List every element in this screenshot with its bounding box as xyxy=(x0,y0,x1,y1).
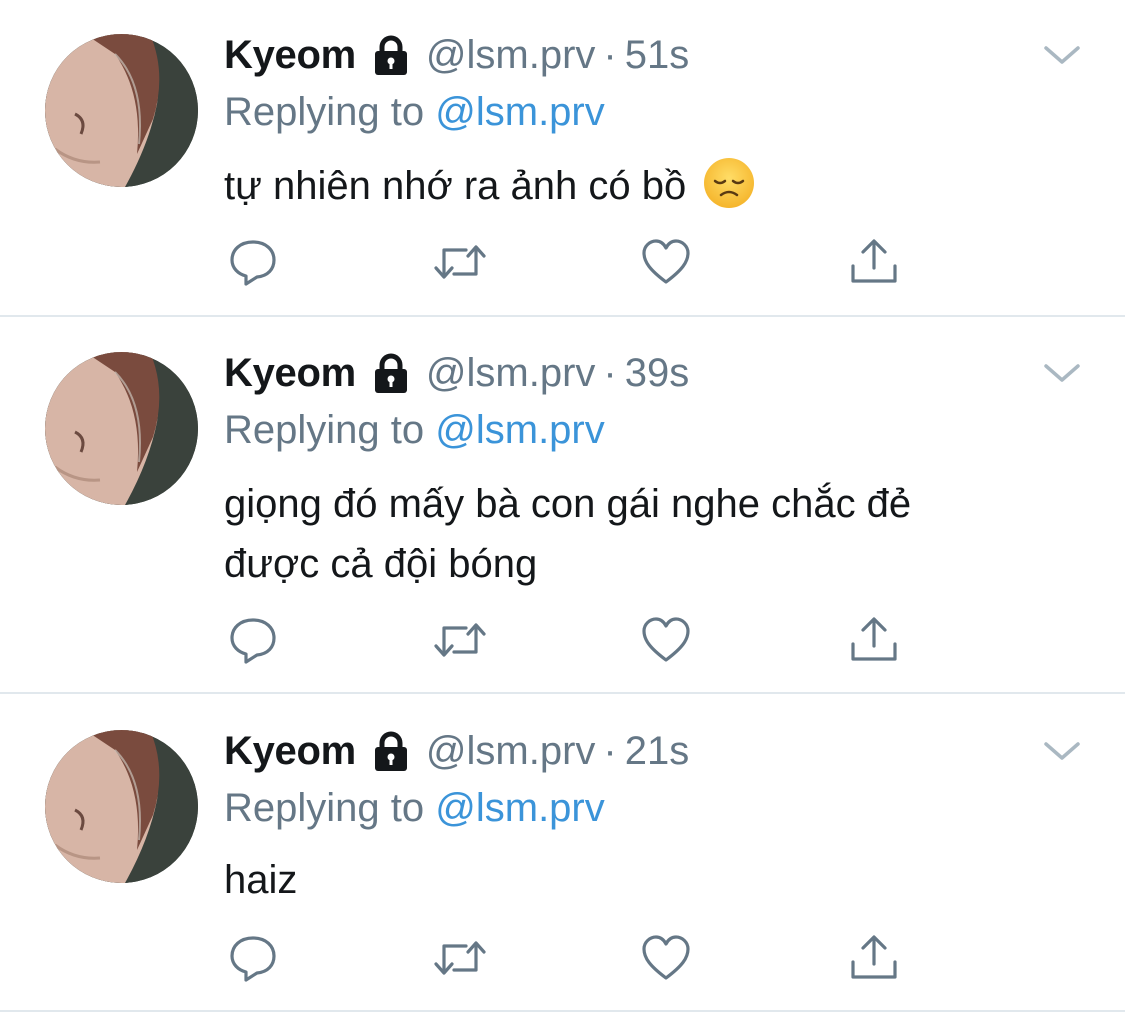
timestamp[interactable]: 21s xyxy=(625,729,690,774)
user-handle[interactable]: @lsm.prv xyxy=(426,351,596,396)
replying-to: Replying to @lsm.prv xyxy=(224,408,605,453)
retweet-icon[interactable] xyxy=(432,614,486,666)
tweet-text-content: tự nhiên nhớ ra ảnh có bồ xyxy=(224,164,687,208)
replying-prefix: Replying to xyxy=(224,786,425,830)
display-name[interactable]: Kyeom xyxy=(224,33,356,78)
avatar[interactable] xyxy=(45,730,198,883)
tweet[interactable]: Kyeom @lsm.prv · 51s Replying to @lsm.pr… xyxy=(0,0,1125,316)
replying-prefix: Replying to xyxy=(224,408,425,452)
separator-dot: · xyxy=(603,728,617,773)
avatar[interactable] xyxy=(45,34,198,187)
replying-to: Replying to @lsm.prv xyxy=(224,90,605,135)
tweet-text-line: được cả đội bóng xyxy=(224,542,538,586)
mention-link[interactable]: @lsm.prv xyxy=(435,90,605,134)
heart-icon[interactable] xyxy=(640,614,692,666)
chevron-down-icon[interactable] xyxy=(1040,736,1084,766)
tweet-text: haiz xyxy=(224,850,1064,910)
tweet-header: Kyeom @lsm.prv · 51s xyxy=(224,30,689,80)
timestamp[interactable]: 39s xyxy=(625,351,690,396)
tweet[interactable]: Kyeom @lsm.prv · 21s Replying to @lsm.pr… xyxy=(0,694,1125,1012)
share-icon[interactable] xyxy=(848,932,900,984)
avatar[interactable] xyxy=(45,352,198,505)
chevron-down-icon[interactable] xyxy=(1040,40,1084,70)
share-icon[interactable] xyxy=(848,236,900,288)
mention-link[interactable]: @lsm.prv xyxy=(435,786,605,830)
heart-icon[interactable] xyxy=(640,932,692,984)
tweet-text-line: giọng đó mấy bà con gái nghe chắc đẻ xyxy=(224,482,912,526)
reply-icon[interactable] xyxy=(227,614,279,666)
lock-icon xyxy=(370,34,412,76)
reply-icon[interactable] xyxy=(227,236,279,288)
separator-dot: · xyxy=(603,32,617,77)
tweet-text-content: haiz xyxy=(224,858,298,902)
separator-dot: · xyxy=(603,350,617,395)
disappointed-face-emoji xyxy=(703,157,755,209)
tweet[interactable]: Kyeom @lsm.prv · 39s Replying to @lsm.pr… xyxy=(0,316,1125,694)
user-handle[interactable]: @lsm.prv xyxy=(426,729,596,774)
tweet-header: Kyeom @lsm.prv · 21s xyxy=(224,726,689,776)
tweet-text: giọng đó mấy bà con gái nghe chắc đẻ đượ… xyxy=(224,474,1064,594)
tweet-text: tự nhiên nhớ ra ảnh có bồ xyxy=(224,156,1064,216)
tweet-header: Kyeom @lsm.prv · 39s xyxy=(224,348,689,398)
retweet-icon[interactable] xyxy=(432,236,486,288)
timestamp[interactable]: 51s xyxy=(625,33,690,78)
mention-link[interactable]: @lsm.prv xyxy=(435,408,605,452)
share-icon[interactable] xyxy=(848,614,900,666)
replying-to: Replying to @lsm.prv xyxy=(224,786,605,831)
retweet-icon[interactable] xyxy=(432,932,486,984)
chevron-down-icon[interactable] xyxy=(1040,358,1084,388)
lock-icon xyxy=(370,730,412,772)
reply-icon[interactable] xyxy=(227,932,279,984)
heart-icon[interactable] xyxy=(640,236,692,288)
replying-prefix: Replying to xyxy=(224,90,425,134)
display-name[interactable]: Kyeom xyxy=(224,351,356,396)
display-name[interactable]: Kyeom xyxy=(224,729,356,774)
user-handle[interactable]: @lsm.prv xyxy=(426,33,596,78)
lock-icon xyxy=(370,352,412,394)
